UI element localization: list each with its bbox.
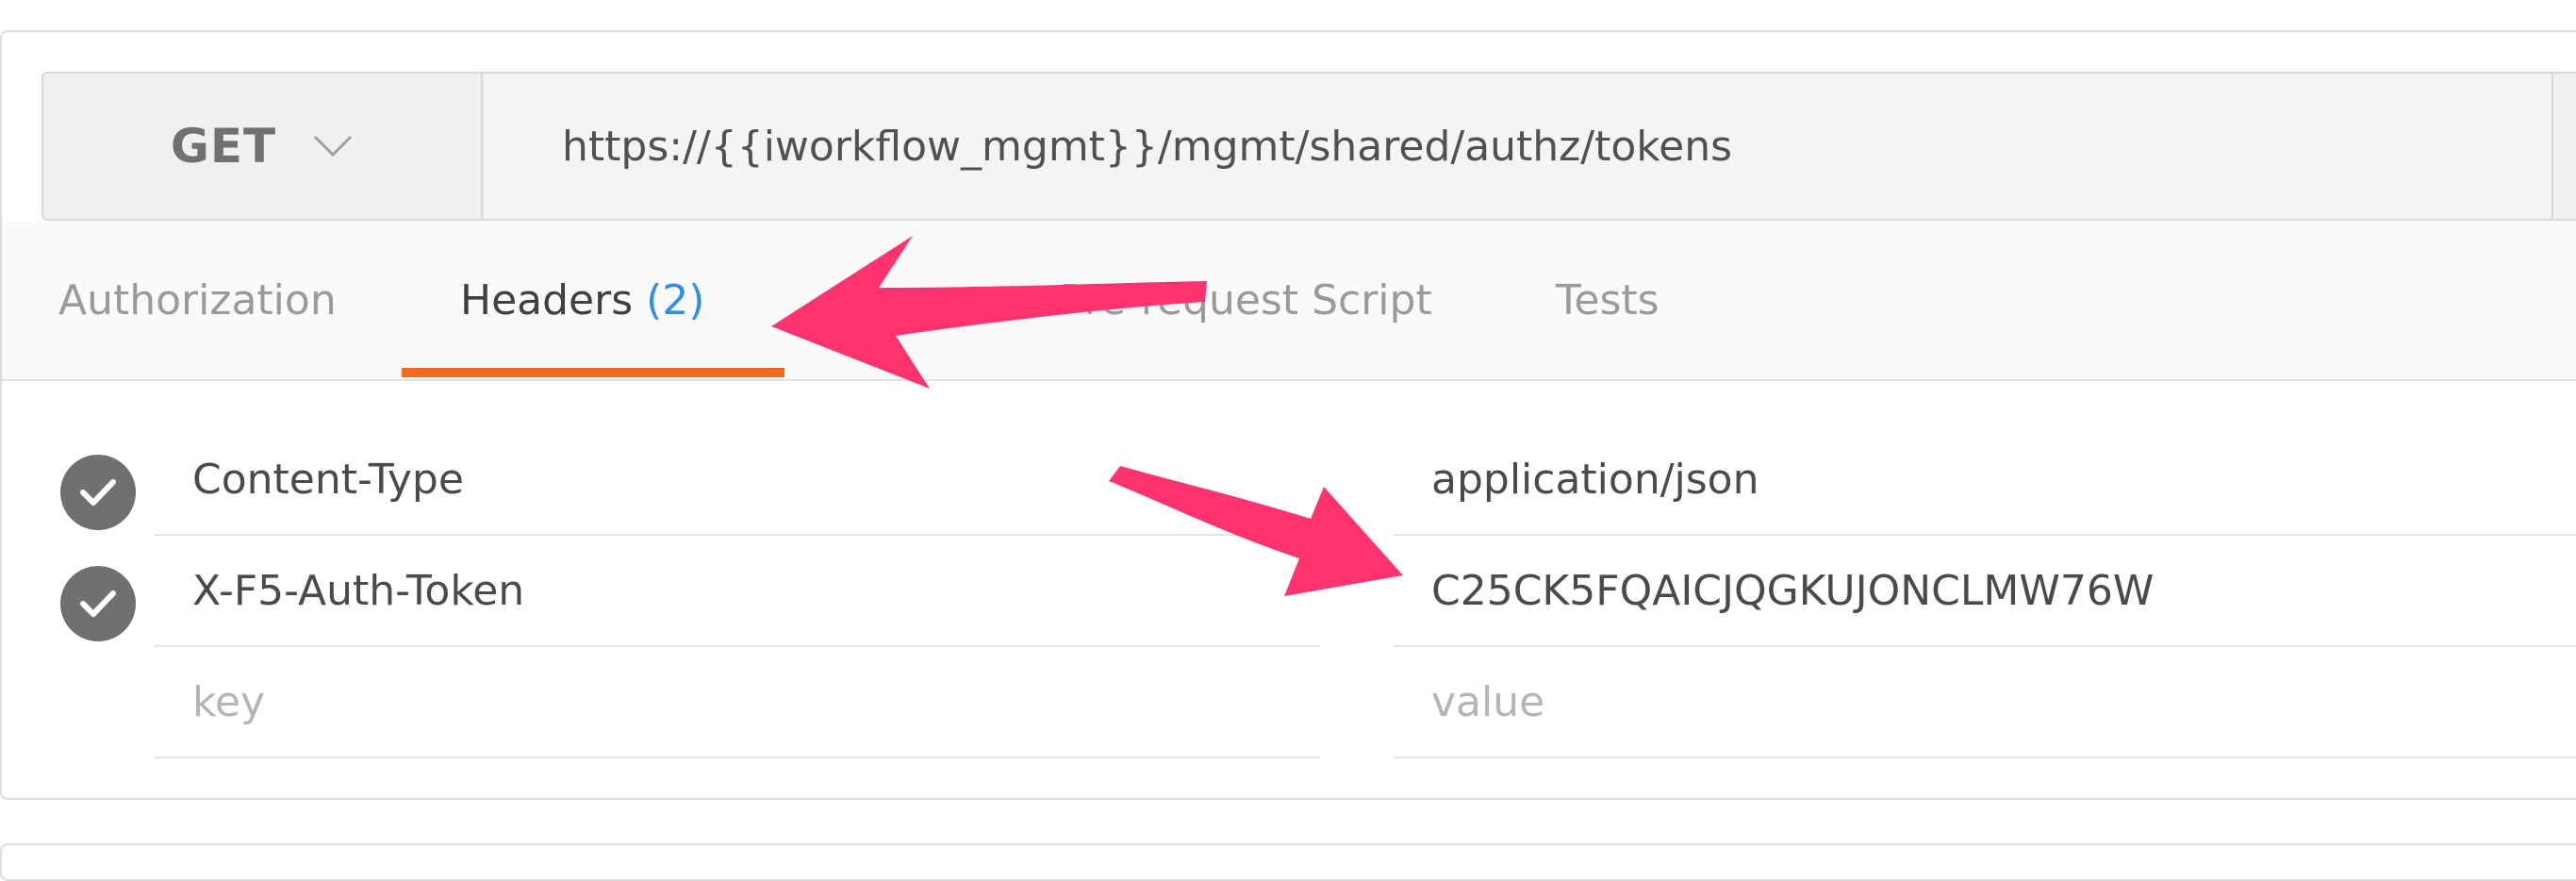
tab-tests[interactable]: Tests — [1556, 221, 1660, 379]
header-enabled-checkbox[interactable] — [60, 455, 136, 530]
new-header-key-input[interactable]: key — [155, 647, 1320, 758]
tab-authorization[interactable]: Authorization — [58, 221, 337, 379]
tab-authorization-label: Authorization — [58, 275, 337, 324]
tab-headers[interactable]: Headers (2) — [460, 221, 704, 379]
tab-headers-label: Headers — [460, 275, 634, 324]
header-value-field[interactable]: C25CK5FQAICJQGKUJONCLMW76W — [1394, 536, 2576, 647]
new-header-value-input[interactable]: value — [1394, 647, 2576, 758]
method-label: GET — [170, 119, 277, 174]
checkmark-icon — [80, 590, 116, 617]
header-row: X-F5-Auth-Token C25CK5FQAICJQGKUJONCLMW7… — [0, 536, 2576, 647]
new-header-row: key value — [0, 647, 2576, 758]
header-key-field[interactable]: X-F5-Auth-Token — [155, 536, 1320, 647]
tab-pre-request-script[interactable]: Pre-request Script — [1060, 221, 1432, 379]
header-row: Content-Type application/json — [0, 424, 2576, 536]
chevron-down-icon — [314, 135, 353, 158]
header-key-field[interactable]: Content-Type — [155, 424, 1320, 536]
request-tabs: Authorization Headers (2) Pre-request Sc… — [2, 221, 2576, 381]
method-dropdown[interactable]: GET — [43, 74, 483, 219]
header-enabled-checkbox[interactable] — [60, 566, 136, 641]
checkmark-icon — [80, 479, 116, 506]
tab-headers-count: (2) — [646, 275, 705, 324]
header-value-field[interactable]: application/json — [1394, 424, 2576, 536]
request-url-input[interactable]: https://{{iworkflow_mgmt}}/mgmt/shared/a… — [485, 74, 2550, 219]
tab-tests-label: Tests — [1556, 275, 1660, 324]
request-url-bar: GET https://{{iworkflow_mgmt}}/mgmt/shar… — [41, 72, 2576, 221]
response-panel-edge — [0, 843, 2576, 881]
active-tab-underline — [402, 368, 784, 377]
url-bar-divider — [2551, 74, 2553, 219]
tab-pre-request-script-label: Pre-request Script — [1060, 275, 1432, 324]
